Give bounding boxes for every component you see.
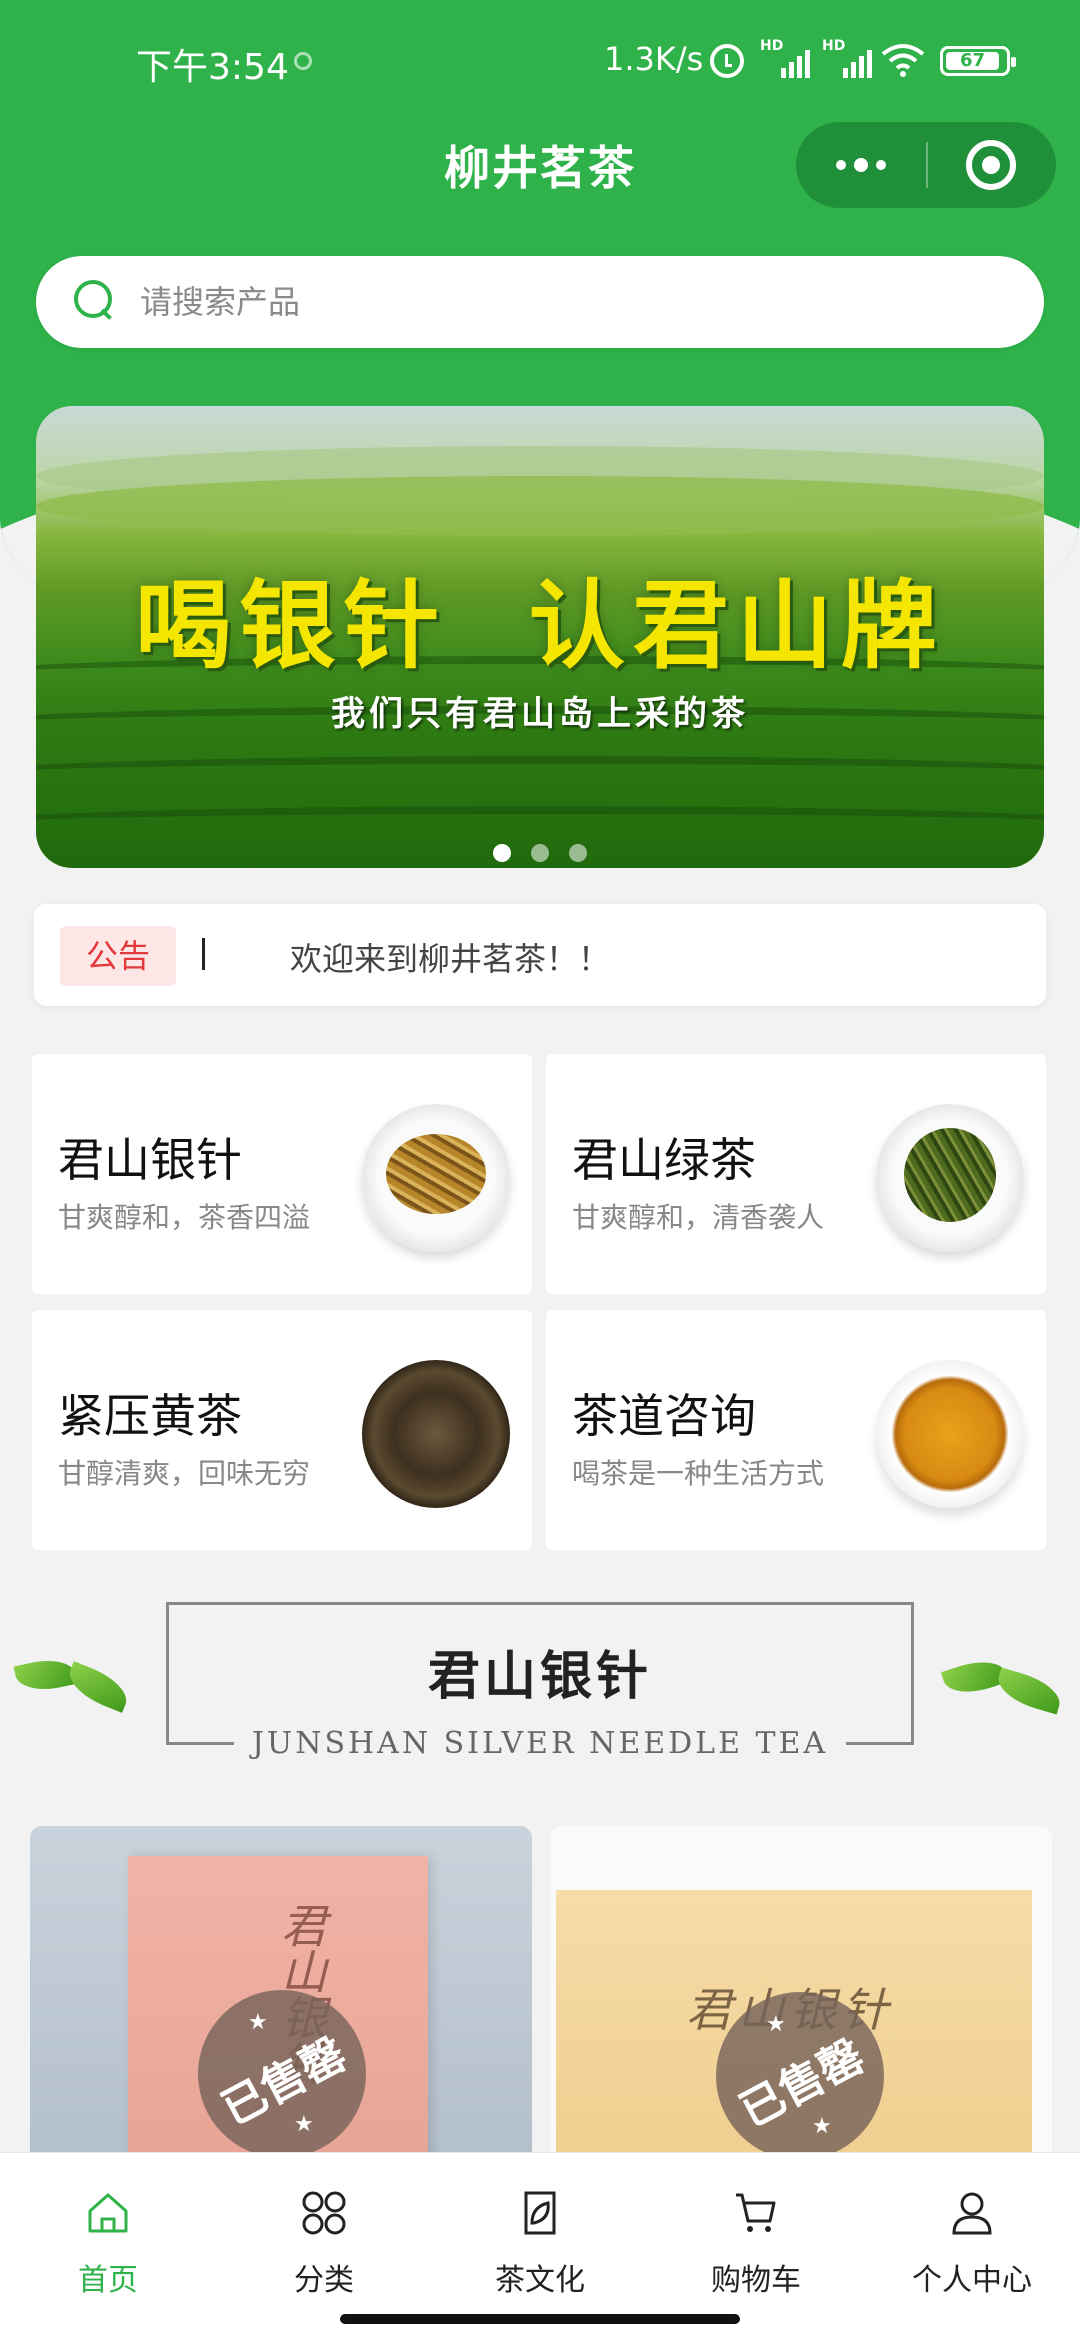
banner-tea-row xyxy=(36,806,1044,846)
search-bar[interactable] xyxy=(36,256,1044,348)
category-card-tea-consult[interactable]: 茶道咨询 喝茶是一种生活方式 xyxy=(546,1310,1046,1550)
category-card-yellow-tea[interactable]: 紧压黄茶 甘醇清爽，回味无穷 xyxy=(32,1310,532,1550)
tab-label: 分类 xyxy=(294,2263,354,2298)
section-title: 君山银针 xyxy=(427,1646,652,1707)
tea-cup-image xyxy=(876,1360,1024,1508)
signal-icon: HD xyxy=(822,38,872,78)
tea-culture-icon xyxy=(524,2191,556,2235)
silver-needle-tea-image xyxy=(362,1104,510,1252)
notification-dot-icon xyxy=(294,52,312,70)
sold-out-label: 已售罄 xyxy=(213,2028,355,2136)
category-desc: 甘醇清爽，回味无穷 xyxy=(58,1457,311,1490)
product-card[interactable]: 君山银针 已售罄 xyxy=(550,1826,1052,2156)
sold-out-label: 已售罄 xyxy=(731,2030,873,2138)
category-name: 茶道咨询 xyxy=(572,1389,756,1443)
tab-label: 首页 xyxy=(78,2263,138,2298)
battery-level: 67 xyxy=(946,52,999,70)
banner-tea-row xyxy=(36,756,1044,796)
home-indicator[interactable] xyxy=(340,2314,740,2324)
mini-program-capsule xyxy=(796,122,1056,208)
tab-home[interactable]: 首页 xyxy=(0,2173,216,2298)
tab-category[interactable]: 分类 xyxy=(216,2173,432,2298)
notice-tag: 公告 xyxy=(60,926,176,986)
search-icon xyxy=(74,280,114,320)
section-subtitle: JUNSHAN SILVER NEEDLE TEA xyxy=(251,1726,829,1761)
carousel-dot[interactable] xyxy=(493,844,511,862)
tab-cart[interactable]: 购物车 xyxy=(648,2173,864,2298)
target-close-icon xyxy=(966,140,1016,190)
tab-label: 购物车 xyxy=(711,2263,801,2298)
more-button[interactable] xyxy=(796,122,926,208)
home-icon xyxy=(88,2193,128,2233)
notice-divider xyxy=(202,938,205,970)
more-dots-icon xyxy=(854,158,868,172)
more-dots-icon xyxy=(876,160,886,170)
category-name: 紧压黄茶 xyxy=(58,1389,242,1443)
sold-out-badge: 已售罄 xyxy=(716,1992,884,2156)
network-speed: 1.3K/s xyxy=(604,40,704,78)
banner-subline: 我们只有君山岛上采的茶 xyxy=(331,694,749,734)
product-card[interactable]: 君山银针 已售罄 xyxy=(30,1826,532,2156)
tab-label: 茶文化 xyxy=(495,2263,585,2298)
category-name: 君山银针 xyxy=(58,1133,242,1187)
notice-bar[interactable]: 公告 欢迎来到柳井茗茶！！ xyxy=(34,904,1046,1006)
tea-leaf-icon xyxy=(940,1642,1072,1715)
tab-profile[interactable]: 个人中心 xyxy=(864,2173,1080,2298)
banner-carousel[interactable]: 喝银针 认君山牌 我们只有君山岛上采的茶 xyxy=(36,406,1044,868)
section-header: 君山银针 JUNSHAN SILVER NEEDLE TEA xyxy=(0,1590,1080,1761)
banner-headline: 喝银针 认君山牌 xyxy=(135,570,945,682)
category-icon xyxy=(302,2191,346,2235)
close-button[interactable] xyxy=(928,122,1056,208)
category-desc: 甘爽醇和，茶香四溢 xyxy=(58,1201,311,1234)
sim1-hd-label: HD xyxy=(760,38,784,54)
category-desc: 甘爽醇和，清香袭人 xyxy=(572,1201,825,1234)
signal-icon: HD xyxy=(760,38,810,78)
status-time: 下午3:54 xyxy=(136,47,289,88)
tab-label: 个人中心 xyxy=(912,2263,1032,2298)
status-bar: 下午3:54 1.3K/s HD HD 67 xyxy=(0,0,1080,120)
sold-out-badge: 已售罄 xyxy=(198,1990,366,2156)
green-tea-image xyxy=(876,1104,1024,1252)
battery-icon: 67 xyxy=(940,46,1016,76)
sim2-hd-label: HD xyxy=(822,38,846,54)
carousel-dot[interactable] xyxy=(531,844,549,862)
category-desc: 喝茶是一种生活方式 xyxy=(572,1457,825,1490)
carousel-dot[interactable] xyxy=(569,844,587,862)
wifi-icon xyxy=(881,44,925,77)
category-name: 君山绿茶 xyxy=(572,1133,756,1187)
banner-hill xyxy=(36,476,1044,536)
alarm-icon xyxy=(710,44,744,78)
cart-icon xyxy=(736,2193,776,2232)
notice-text: 欢迎来到柳井茗茶！！ xyxy=(290,940,611,978)
more-dots-icon xyxy=(836,160,846,170)
carousel-indicator xyxy=(36,844,1044,862)
bottom-tab-bar: 首页 分类 茶文化 购物车 个人中心 xyxy=(0,2152,1080,2340)
tab-tea-culture[interactable]: 茶文化 xyxy=(432,2173,648,2298)
category-card-green-tea[interactable]: 君山绿茶 甘爽醇和，清香袭人 xyxy=(546,1054,1046,1294)
category-card-silver-needle[interactable]: 君山银针 甘爽醇和，茶香四溢 xyxy=(32,1054,532,1294)
user-icon xyxy=(952,2192,992,2235)
search-input[interactable] xyxy=(140,278,1000,326)
yellow-tea-cake-image xyxy=(362,1360,510,1508)
